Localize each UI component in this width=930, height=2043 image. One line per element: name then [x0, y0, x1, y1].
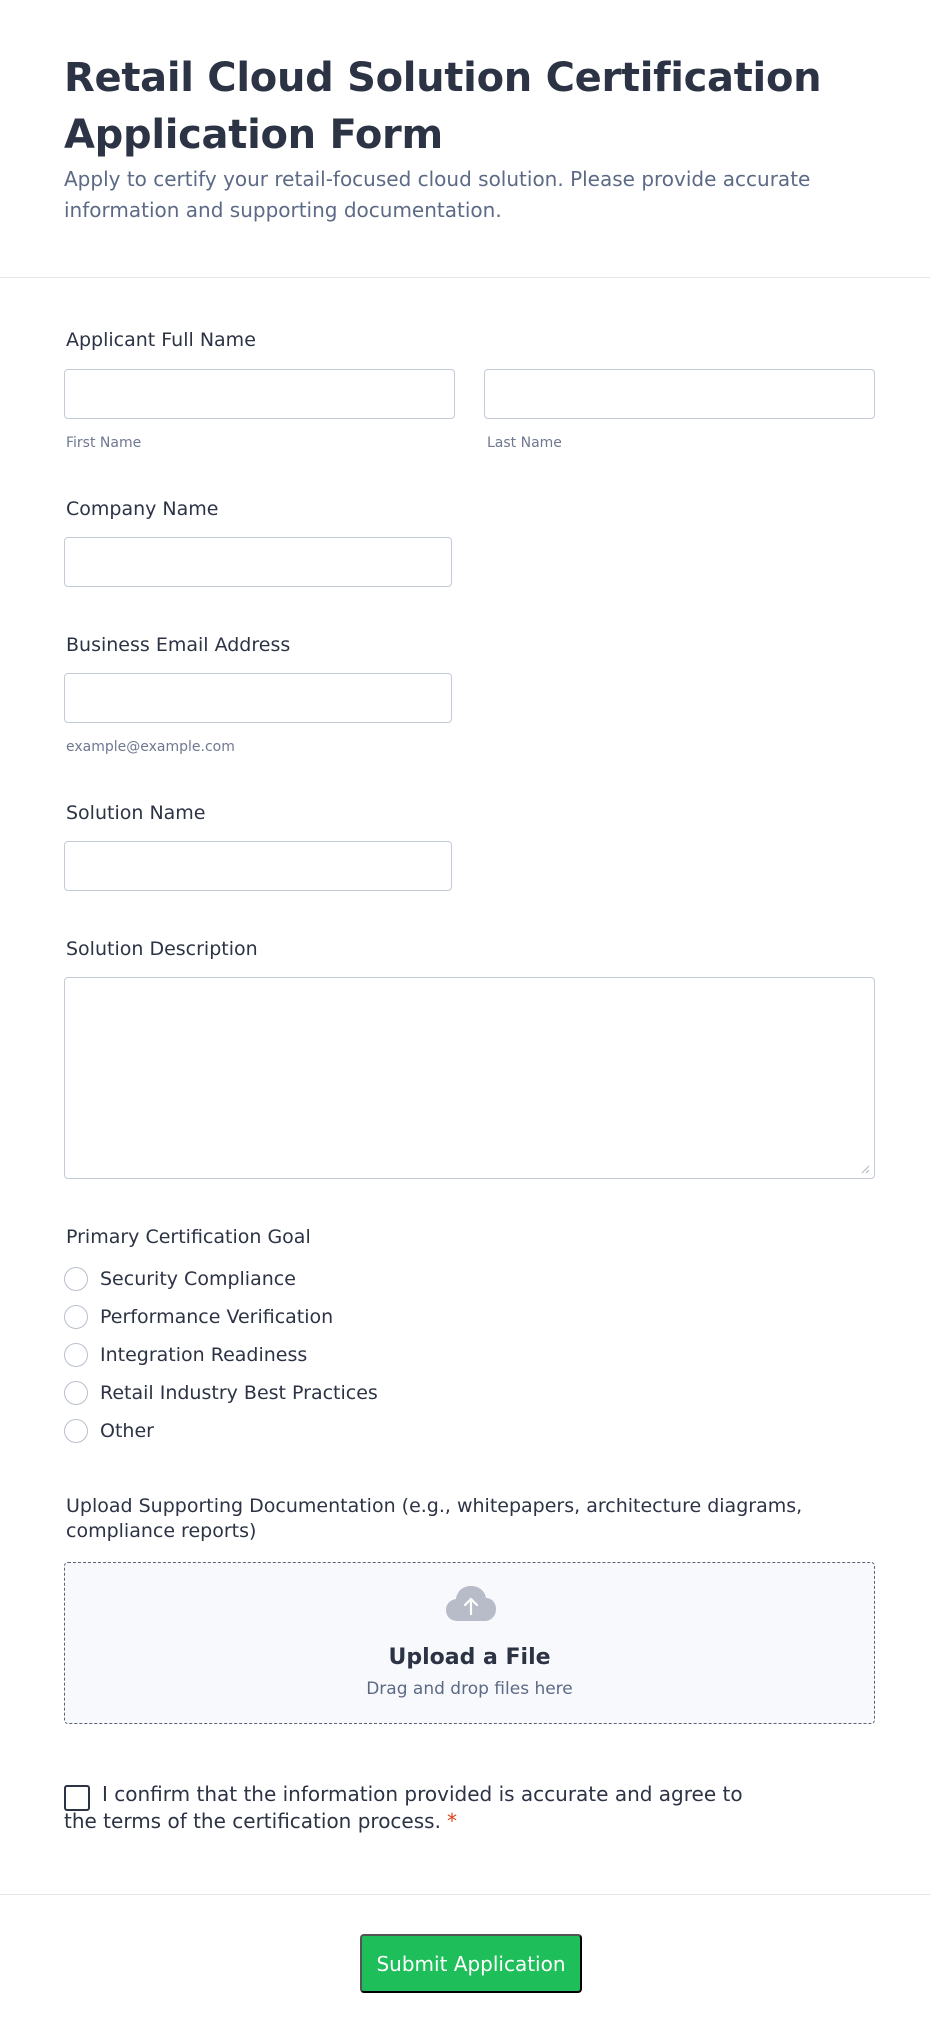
solution-description-textarea[interactable]	[64, 977, 875, 1179]
radio-button[interactable]	[64, 1343, 88, 1367]
radio-label: Integration Readiness	[100, 1344, 308, 1366]
radio-label: Retail Industry Best Practices	[100, 1382, 378, 1404]
email-sublabel: example@example.com	[66, 739, 235, 755]
radio-option-best-practices[interactable]: Retail Industry Best Practices	[64, 1379, 378, 1407]
solution-description-label: Solution Description	[66, 938, 258, 960]
radio-button[interactable]	[64, 1305, 88, 1329]
company-name-input[interactable]	[64, 537, 452, 587]
applicant-name-label: Applicant Full Name	[66, 329, 256, 351]
radio-label: Performance Verification	[100, 1306, 334, 1328]
resize-grip-icon[interactable]	[861, 1165, 870, 1174]
certification-goal-label: Primary Certification Goal	[66, 1226, 311, 1248]
first-name-input[interactable]	[64, 369, 455, 419]
last-name-input[interactable]	[484, 369, 875, 419]
first-name-sublabel: First Name	[66, 435, 142, 451]
radio-option-integration[interactable]: Integration Readiness	[64, 1341, 307, 1369]
upload-subtitle: Drag and drop files here	[366, 1679, 573, 1699]
email-label: Business Email Address	[66, 634, 291, 656]
radio-label: Other	[100, 1420, 154, 1442]
submit-button[interactable]: Submit Application	[360, 1934, 582, 1993]
upload-label: Upload Supporting Documentation (e.g., w…	[66, 1495, 803, 1542]
required-mark: *	[446, 1809, 457, 1833]
radio-label: Security Compliance	[100, 1268, 296, 1290]
page-title: Retail Cloud Solution Certification Appl…	[64, 55, 822, 158]
radio-button[interactable]	[64, 1419, 88, 1443]
solution-name-label: Solution Name	[66, 802, 206, 824]
consent-text: I confirm that the information provided …	[64, 1782, 743, 1833]
page-subtitle: Apply to certify your retail-focused clo…	[64, 167, 811, 222]
cloud-upload-icon	[446, 1586, 496, 1621]
company-name-label: Company Name	[66, 498, 219, 520]
last-name-sublabel: Last Name	[487, 435, 562, 451]
file-upload-dropzone[interactable]: Upload a File Drag and drop files here	[64, 1562, 875, 1724]
radio-option-other[interactable]: Other	[64, 1417, 154, 1445]
email-input[interactable]	[64, 673, 452, 723]
radio-button[interactable]	[64, 1381, 88, 1405]
consent-label[interactable]: I confirm that the information provided …	[64, 1781, 764, 1835]
form-header: Retail Cloud Solution Certification Appl…	[0, 0, 930, 278]
radio-button[interactable]	[64, 1267, 88, 1291]
radio-option-performance[interactable]: Performance Verification	[64, 1303, 333, 1331]
upload-title: Upload a File	[388, 1645, 551, 1670]
solution-name-input[interactable]	[64, 841, 452, 891]
radio-option-security[interactable]: Security Compliance	[64, 1265, 296, 1293]
